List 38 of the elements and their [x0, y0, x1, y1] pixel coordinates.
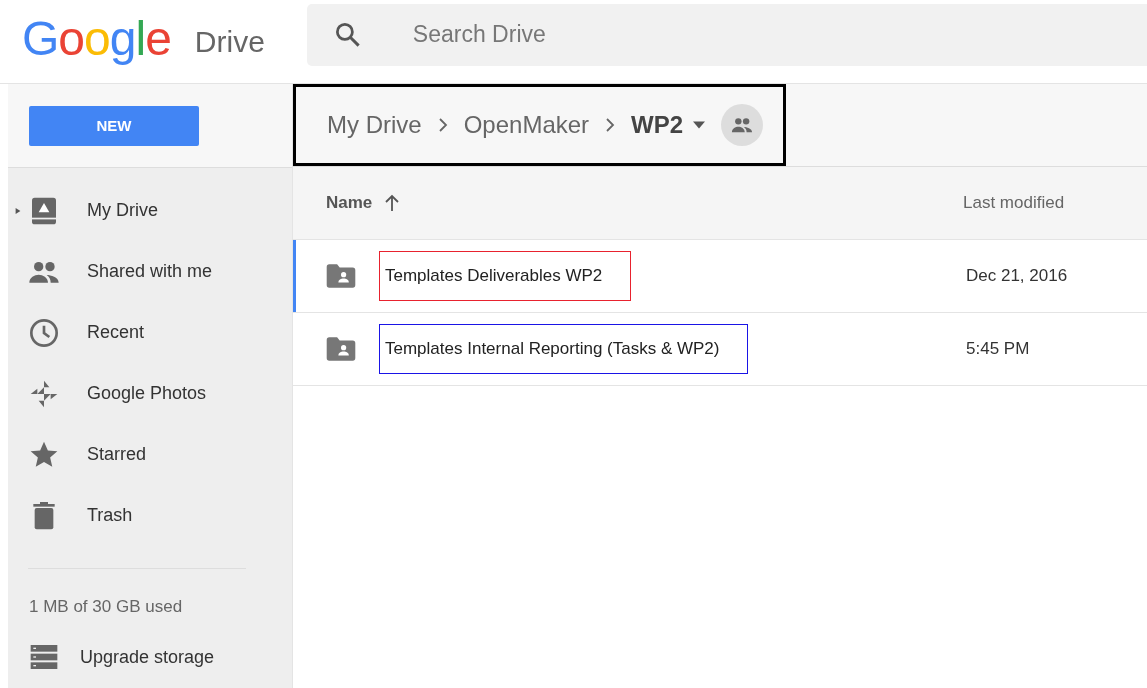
chevron-right-icon [605, 117, 616, 133]
upgrade-storage-link[interactable]: Upgrade storage [28, 641, 292, 673]
column-header[interactable]: Last modified [963, 193, 1147, 213]
share-button[interactable] [721, 104, 764, 146]
clock-icon [28, 316, 60, 349]
breadcrumb-item[interactable]: WP2 [631, 111, 684, 139]
sidebar-item[interactable]: Shared with me [8, 241, 292, 302]
sidebar-item[interactable]: Trash [8, 485, 292, 546]
breadcrumb-item[interactable]: My Drive [327, 111, 422, 139]
sidebar-item[interactable]: Recent [8, 302, 292, 363]
sidebar-item-label: Recent [87, 322, 145, 343]
file-name: Templates Deliverables WP2 [379, 251, 632, 301]
shared-folder-icon [325, 336, 357, 362]
chevron-right-icon [437, 117, 448, 133]
file-row[interactable]: Templates Deliverables WP2 Dec 21, 2016 [293, 240, 1147, 313]
storage-usage-text: 1 MB of 30 GB used [29, 597, 184, 617]
shared-folder-icon [325, 263, 357, 289]
product-name: Drive [194, 24, 265, 59]
file-name: Templates Internal Reporting (Tasks & WP2) [379, 324, 749, 374]
sidebar-item-label: Google Photos [87, 383, 207, 404]
dropdown-caret-icon[interactable] [693, 121, 706, 129]
modified-date: Dec 21, 2016 [966, 266, 1069, 286]
sidebar-item[interactable]: Starred [8, 424, 292, 485]
sidebar-item-label: Starred [87, 444, 147, 465]
search-field[interactable]: Search Drive [410, 20, 815, 49]
upgrade-storage-label[interactable]: Upgrade storage [80, 646, 215, 668]
sort-up-arrow-icon[interactable] [384, 194, 401, 212]
modified-date: 5:45 PM [966, 339, 1031, 359]
sidebar-item[interactable]: My Drive [8, 180, 292, 241]
sidebar-item-label: Shared with me [87, 261, 213, 282]
google-logo: Google [22, 14, 171, 67]
sidebar-item-label: My Drive [87, 200, 158, 221]
new-button[interactable]: NEW [29, 105, 199, 146]
column-header[interactable]: Name [326, 193, 373, 213]
file-row[interactable]: Templates Internal Reporting (Tasks & WP2) 5:45 PM [293, 313, 1147, 386]
sidebar-item-label: Trash [87, 505, 133, 526]
breadcrumb-item[interactable]: OpenMaker [463, 111, 590, 139]
sidebar-item[interactable]: Google Photos [8, 363, 292, 424]
